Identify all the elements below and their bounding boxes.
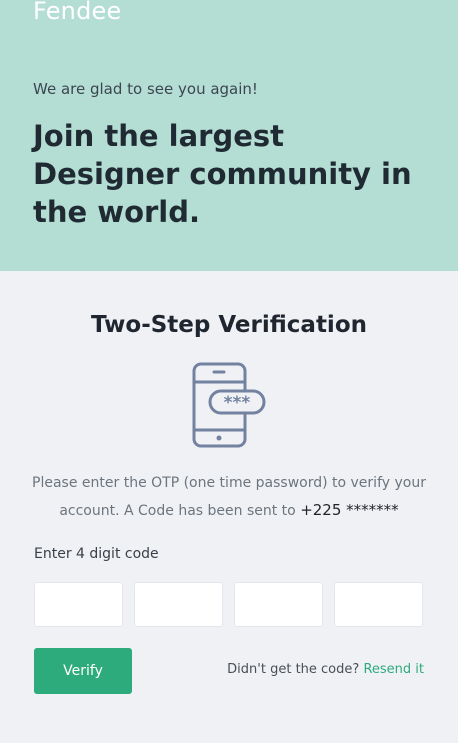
phone-password-icon: *** <box>192 362 266 448</box>
verify-button[interactable]: Verify <box>34 648 132 694</box>
welcome-text: We are glad to see you again! <box>33 80 258 98</box>
svg-text:***: *** <box>224 393 251 413</box>
resend-row: Didn't get the code? Resend it <box>227 662 424 677</box>
otp-digit-3[interactable] <box>234 582 323 627</box>
code-label: Enter 4 digit code <box>34 546 159 562</box>
masked-phone-number: +225 ******* <box>300 501 399 519</box>
brand-logo: Fendee <box>33 0 122 25</box>
instructions-text: Please enter the OTP (one time password)… <box>30 470 428 525</box>
page-title: Two-Step Verification <box>90 312 367 338</box>
resend-link[interactable]: Resend it <box>363 662 424 677</box>
hero-headline: Join the largest Designer community in t… <box>33 119 412 229</box>
otp-digit-4[interactable] <box>334 582 423 627</box>
resend-prompt: Didn't get the code? <box>227 662 360 677</box>
otp-digit-2[interactable] <box>134 582 223 627</box>
otp-digit-1[interactable] <box>34 582 123 627</box>
hero-banner: Fendee We are glad to see you again! Joi… <box>0 0 458 271</box>
